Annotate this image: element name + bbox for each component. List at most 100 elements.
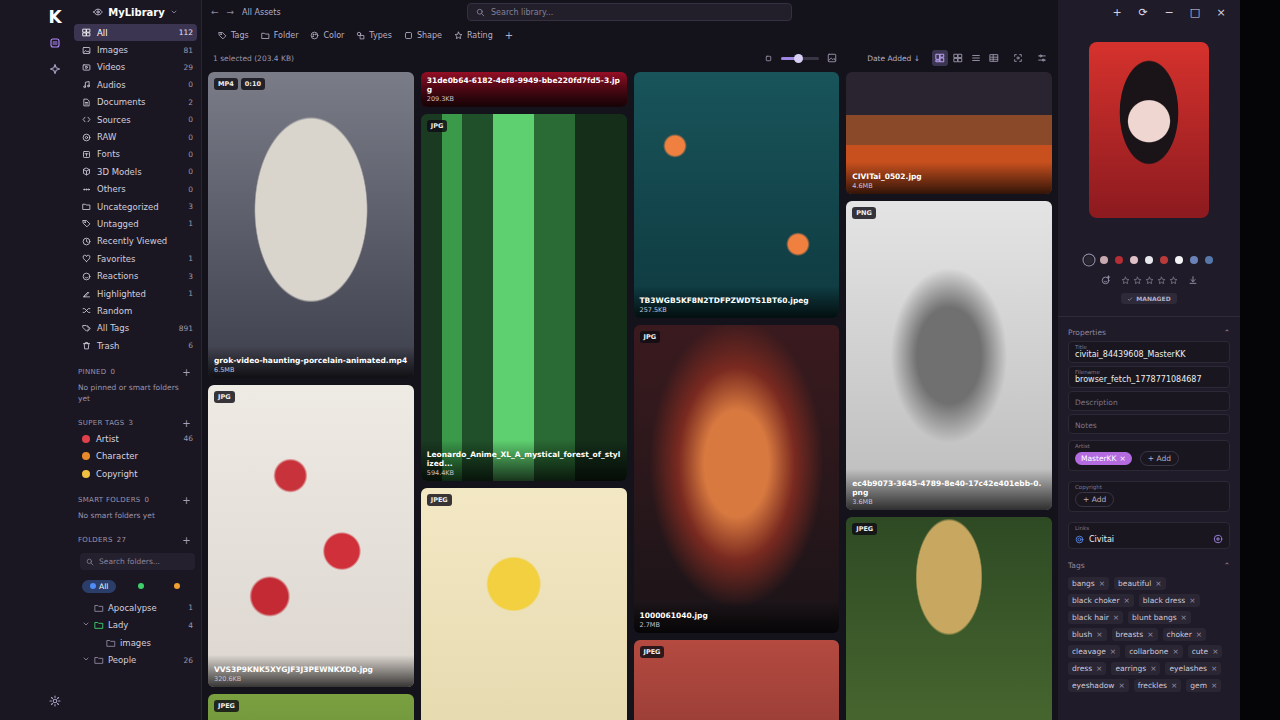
refresh-button[interactable]: ⟳ <box>1136 6 1150 19</box>
sidebar-item[interactable]: All Tags891 <box>74 320 197 337</box>
tag-chip[interactable]: bangs× <box>1068 577 1109 590</box>
asset-card[interactable]: JPGLeonardo_Anime_XL_A_mystical_forest_o… <box>421 114 627 481</box>
tag-chip[interactable]: blunt bangs× <box>1128 611 1191 624</box>
settings-button[interactable] <box>44 690 66 712</box>
sidebar-item[interactable]: Images81 <box>74 41 197 58</box>
collapse-button[interactable]: ⌃ <box>1224 328 1230 337</box>
maximize-button[interactable]: □ <box>1188 6 1202 19</box>
filter-button[interactable]: Tags <box>218 31 249 40</box>
asset-card[interactable]: MP40:10grok-video-haunting-porcelain-ani… <box>208 72 414 378</box>
folder-filter[interactable]: All <box>82 580 116 593</box>
add-artist-button[interactable]: + Add <box>1140 451 1179 466</box>
add-button[interactable]: + <box>182 535 191 546</box>
asset-card[interactable]: JPEG <box>846 517 1052 720</box>
sidebar-item[interactable]: Fonts0 <box>74 146 197 163</box>
tag-chip[interactable]: cute× <box>1188 645 1223 658</box>
sidebar-item[interactable]: Recently Viewed <box>74 233 197 250</box>
filter-button[interactable]: Shape <box>404 31 442 40</box>
collapse-button[interactable]: ⌃ <box>1224 561 1230 570</box>
tag-chip[interactable]: eyeshadow× <box>1068 679 1129 692</box>
add-filter-button[interactable]: + <box>505 30 513 41</box>
remove-tag-button[interactable]: × <box>1113 613 1119 622</box>
tag-chip[interactable]: black choker× <box>1068 594 1134 607</box>
view-mode-button[interactable] <box>986 50 1002 66</box>
sidebar-item[interactable]: Untagged1 <box>74 215 197 232</box>
tag-chip[interactable]: cleavage× <box>1068 645 1120 658</box>
forward-button[interactable]: → <box>227 7 235 17</box>
sidebar-item[interactable]: Audios0 <box>74 76 197 93</box>
asset-card[interactable]: JPEG <box>208 694 414 720</box>
zoom-knob[interactable] <box>794 54 803 63</box>
sidebar-item[interactable]: Sources0 <box>74 111 197 128</box>
filter-button[interactable]: Color <box>310 31 344 40</box>
sidebar-item[interactable]: RAW0 <box>74 128 197 145</box>
view-mode-button[interactable] <box>968 50 984 66</box>
property-field[interactable]: Titlecivitai_84439608_MasterKK <box>1068 341 1230 363</box>
asset-card[interactable]: PNGec4b9073-3645-4789-8e40-17c42e401ebb-… <box>846 201 1052 510</box>
sidebar-item[interactable]: Favorites1 <box>74 250 197 267</box>
tag-chip[interactable]: gem× <box>1186 679 1221 692</box>
minimize-button[interactable]: − <box>1162 6 1176 19</box>
palette-swatch[interactable] <box>1175 256 1183 264</box>
remove-tag-button[interactable]: × <box>1155 579 1161 588</box>
library-switcher[interactable]: MyLibrary <box>74 0 197 24</box>
asset-card[interactable]: TB3WGB5KF8N2TDFPZWDTS1BT60.jpeg257.5KB <box>634 72 840 318</box>
add-button[interactable]: + <box>182 367 191 378</box>
sidebar-item[interactable]: Trash6 <box>74 337 197 354</box>
sort-button[interactable]: Date Added ↓ <box>867 54 920 63</box>
tag-chip[interactable]: beautiful× <box>1114 577 1166 590</box>
fit-button[interactable] <box>1010 50 1026 66</box>
sidebar-item[interactable]: Uncategorized3 <box>74 198 197 215</box>
palette-swatch[interactable] <box>1130 256 1138 264</box>
palette-swatch[interactable] <box>1160 256 1168 264</box>
remove-tag-button[interactable]: × <box>1211 681 1217 690</box>
add-copyright-button[interactable]: + Add <box>1075 492 1114 507</box>
folder-toggle[interactable] <box>82 620 90 630</box>
palette-swatch[interactable] <box>1145 256 1153 264</box>
sidebar-item[interactable]: Reactions3 <box>74 267 197 284</box>
palette-swatch[interactable] <box>1100 256 1108 264</box>
asset-card[interactable]: JPG1000061040.jpg2.7MB <box>634 325 840 633</box>
tag-chip[interactable]: freckles× <box>1134 679 1182 692</box>
tag-chip[interactable]: collarbone× <box>1125 645 1183 658</box>
folder-search-input[interactable] <box>99 557 189 566</box>
palette-swatch[interactable] <box>1205 256 1213 264</box>
asset-card[interactable]: CIVITai_0502.jpg4.6MB <box>846 72 1052 194</box>
asset-card[interactable]: 31de0b64-6182-4ef8-9949-bbe220fd7fd5-3.j… <box>421 72 627 107</box>
remove-tag-button[interactable]: × <box>1172 647 1178 656</box>
tag-chip[interactable]: black dress× <box>1139 594 1200 607</box>
ai-button[interactable] <box>44 58 66 80</box>
folder-row[interactable]: Apocalypse1 <box>74 599 197 616</box>
palette-swatch[interactable] <box>1190 256 1198 264</box>
tag-chip[interactable]: breasts× <box>1112 628 1158 641</box>
artist-tag[interactable]: MasterKK× <box>1075 452 1132 465</box>
remove-tag-button[interactable]: × <box>1119 454 1125 463</box>
tag-chip[interactable]: choker× <box>1163 628 1207 641</box>
property-field[interactable]: Notes <box>1068 414 1230 434</box>
folder-filter[interactable] <box>166 581 188 591</box>
tags-header[interactable]: Tags⌃ <box>1068 559 1230 571</box>
folder-row[interactable]: People26 <box>74 651 197 668</box>
remove-tag-button[interactable]: × <box>1096 664 1102 673</box>
remove-tag-button[interactable]: × <box>1211 664 1217 673</box>
folder-filter[interactable] <box>130 581 152 591</box>
filter-button[interactable]: Types <box>356 31 392 40</box>
remove-tag-button[interactable]: × <box>1196 630 1202 639</box>
new-window-button[interactable]: + <box>1110 6 1124 19</box>
filter-button[interactable]: Rating <box>454 31 493 40</box>
asset-card[interactable]: JPGVVS3P9KNK5XYGJF3J3PEWNKXD0.jpg320.6KB <box>208 385 414 687</box>
remove-tag-button[interactable]: × <box>1118 681 1124 690</box>
super-tag[interactable]: Artist46 <box>74 430 197 447</box>
library-button[interactable] <box>44 32 66 54</box>
tag-chip[interactable]: earrings× <box>1111 662 1160 675</box>
folder-row[interactable]: images <box>74 634 197 651</box>
view-mode-button[interactable] <box>932 50 948 66</box>
view-mode-button[interactable] <box>950 50 966 66</box>
remove-tag-button[interactable]: × <box>1124 596 1130 605</box>
sidebar-item[interactable]: All112 <box>74 24 197 41</box>
remove-tag-button[interactable]: × <box>1099 579 1105 588</box>
properties-header[interactable]: Properties⌃ <box>1068 326 1230 338</box>
tag-chip[interactable]: black hair× <box>1068 611 1123 624</box>
tag-chip[interactable]: blush× <box>1068 628 1107 641</box>
filter-button[interactable]: Folder <box>261 31 299 40</box>
